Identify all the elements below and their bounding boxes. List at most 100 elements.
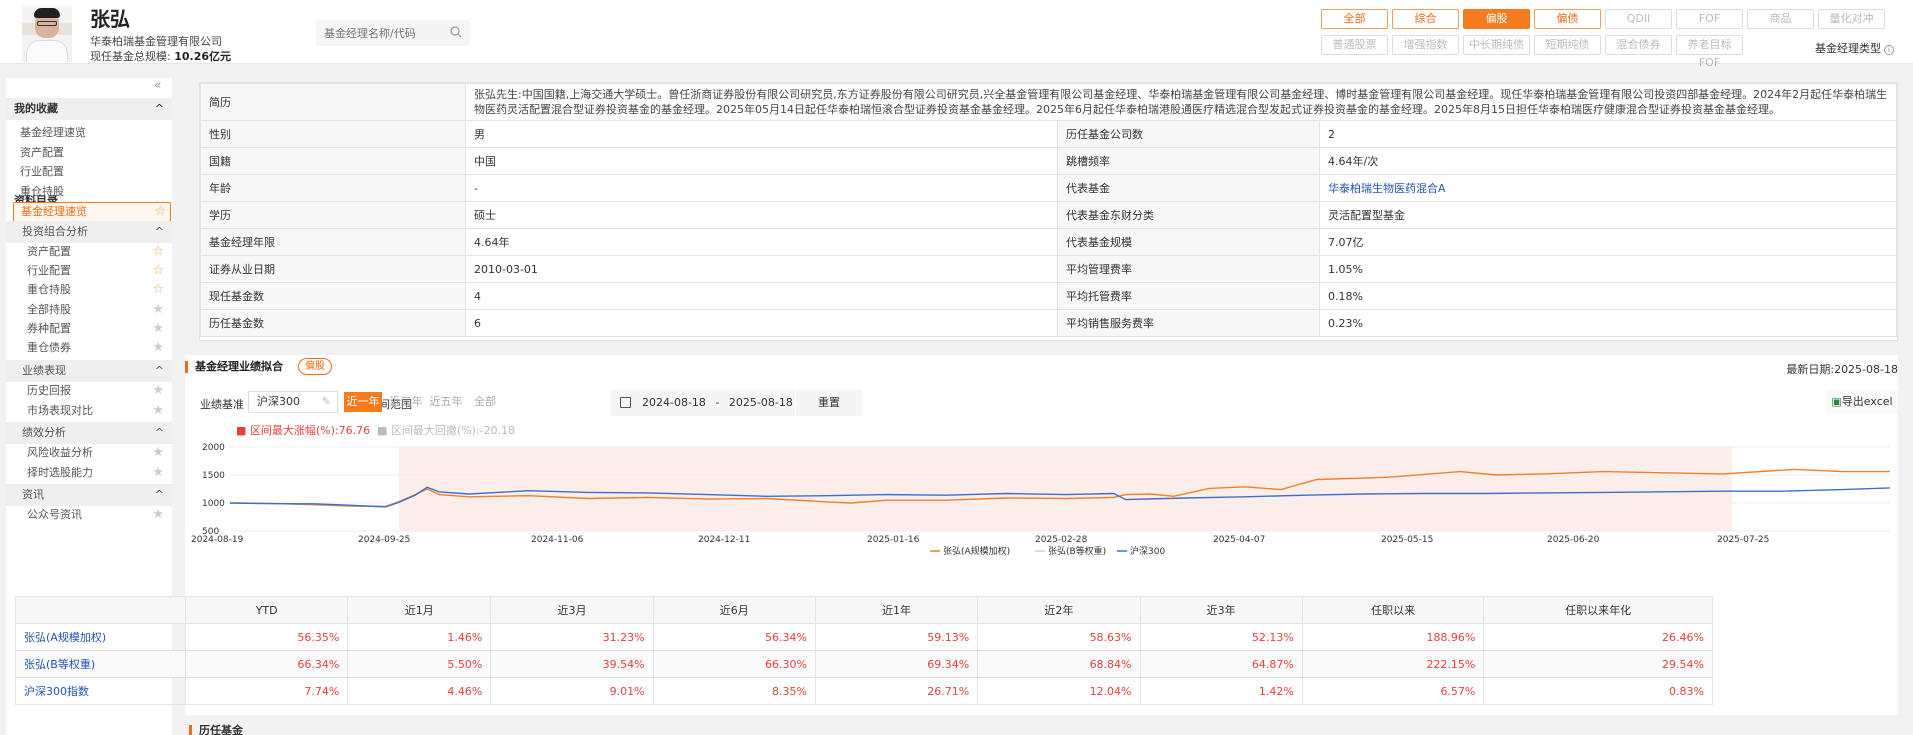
returns-row-name[interactable]: 沪深300指数 [15, 677, 186, 705]
type-button-r1-4[interactable]: QDII [1605, 9, 1672, 29]
sidebar-news-0[interactable]: 公众号资讯 ★ [6, 504, 172, 526]
returns-cell: 68.84% [977, 650, 1141, 678]
profile-cell-v2: 2 [1319, 120, 1897, 148]
type-button-r1-7[interactable]: 量化对冲 [1818, 9, 1885, 29]
sidebar-group-news[interactable]: 资讯 ^ [6, 484, 172, 506]
manager-scale: 现任基金总规模: 10.26亿元 [90, 50, 232, 63]
profile-cell-v1: 中国 [465, 147, 1058, 175]
sidebar-group-portfolio[interactable]: 投资组合分析 ^ [6, 221, 172, 243]
sidebar-attribution-1[interactable]: 择时选股能力 ★ [6, 462, 172, 484]
table-row: 张弘(A规模加权) 56.35% 1.46% 31.23% 56.34% 59.13% 58… [15, 623, 1713, 651]
sidebar-item-overview[interactable]: 基金经理速览 ☆ [13, 202, 171, 222]
x-tick-label: 2025-07-25 [1717, 535, 1769, 545]
returns-cell: 9.01% [490, 677, 654, 705]
profile-cell-v1: 男 [465, 120, 1058, 148]
profile-cell-l1: 基金经理年限 [200, 228, 466, 256]
date-end: 2025-08-18 [728, 396, 793, 409]
star-icon[interactable]: ★ [152, 337, 164, 359]
type-button-r2-4[interactable]: 混合债券 [1605, 35, 1672, 55]
date-range-picker[interactable]: 2024-08-18 - 2025-08-18 [611, 390, 795, 416]
profile-cell-l2: 代表基金东财分类 [1057, 201, 1320, 229]
returns-cell: 66.30% [652, 650, 816, 678]
type-button-r2-3[interactable]: 短期纯债 [1534, 35, 1601, 55]
returns-cell: 222.15% [1301, 650, 1485, 678]
collapse-sidebar-icon[interactable]: « [154, 78, 161, 92]
type-button-r1-5[interactable]: FOF [1676, 9, 1743, 29]
returns-cell: 66.34% [184, 650, 349, 678]
returns-cell: 69.34% [814, 650, 979, 678]
type-button-r2-2[interactable]: 中长期纯债 [1463, 35, 1530, 55]
benchmark-select[interactable]: 沪深300 ✎ [248, 391, 338, 413]
range-button-0[interactable]: 近一年 [344, 392, 382, 412]
profile-cell-v2: 华泰柏瑞生物医药混合A [1319, 174, 1897, 202]
manager-search[interactable] [316, 20, 470, 46]
manager-header: 张弘 华泰柏瑞基金管理有限公司 现任基金总规模: 10.26亿元 全部综合偏股偏… [0, 0, 1913, 69]
returns-cell: 12.04% [977, 677, 1141, 705]
calendar-icon [620, 397, 631, 408]
type-button-r2-0[interactable]: 普通股票 [1321, 35, 1388, 55]
returns-cell: 188.96% [1301, 623, 1485, 651]
profile-cell-l2: 历任基金公司数 [1057, 120, 1320, 148]
profile-cell-l2: 平均托管费率 [1057, 282, 1320, 310]
profile-cell-l1: 历任基金数 [200, 309, 466, 337]
profile-cell-l1: 年龄 [200, 174, 466, 202]
search-input[interactable] [324, 24, 444, 42]
profile-cell-v2: 0.18% [1319, 282, 1897, 310]
returns-cell: 29.54% [1483, 650, 1713, 678]
sidebar-portfolio-5[interactable]: 重仓债券 ★ [6, 337, 172, 359]
search-icon[interactable] [450, 26, 462, 38]
x-tick-label: 2024-12-11 [698, 535, 750, 545]
manager-profile-table: 简历 张弘先生:中国国籍,上海交通大学硕士。曾任浙商证券股份有限公司研究员,东方… [199, 82, 1898, 341]
star-icon[interactable]: ☆ [154, 203, 166, 221]
star-icon[interactable]: ★ [152, 462, 164, 484]
type-button-r2-5[interactable]: 养老目标FOF [1676, 35, 1743, 69]
profile-cell-l1: 现任基金数 [200, 282, 466, 310]
sidebar-group-favorites[interactable]: 我的收藏 ^ [6, 98, 172, 120]
date-separator: - [715, 396, 720, 409]
profile-cell-l2: 跳槽频率 [1057, 147, 1320, 175]
highlight-band [399, 447, 1732, 531]
manager-avatar [22, 6, 72, 62]
range-button-3[interactable]: 全部 [469, 392, 501, 412]
type-button-r1-2[interactable]: 偏股 [1463, 9, 1530, 29]
date-start: 2024-08-18 [642, 396, 706, 409]
profile-cell-v2: 灵活配置型基金 [1319, 201, 1897, 229]
sidebar-performance-1[interactable]: 市场表现对比 ★ [6, 400, 172, 422]
y-tick-label: 1000 [202, 499, 225, 509]
x-tick-label: 2024-11-06 [531, 535, 584, 545]
reset-button[interactable]: 重置 [796, 390, 862, 416]
profile-cell-v2: 1.05% [1319, 255, 1897, 283]
type-button-r1-3[interactable]: 偏债 [1534, 9, 1601, 29]
y-tick-label: 2000 [202, 443, 225, 453]
export-excel-button[interactable]: ▣导出excel [1826, 390, 1898, 414]
legend-label-0: 张弘(A规模加权) [943, 545, 1010, 557]
returns-row-name[interactable]: 张弘(A规模加权) [15, 623, 186, 651]
table-row: 沪深300指数 7.74% 4.46% 9.01% 8.35% 26.71% 12.04% 1… [15, 677, 1713, 705]
sidebar-group-attribution[interactable]: 绩效分析 ^ [6, 422, 172, 444]
profile-row: 年龄 - 代表基金 华泰柏瑞生物医药混合A [200, 174, 1897, 202]
returns-cell: 56.35% [184, 623, 349, 651]
range-button-1[interactable]: 近三年 [388, 392, 424, 412]
info-icon[interactable]: i [1884, 45, 1894, 55]
returns-header-8: 任职以来 [1301, 596, 1485, 624]
type-button-r1-1[interactable]: 综合 [1392, 9, 1459, 29]
star-icon[interactable]: ★ [152, 400, 164, 422]
returns-cell: 58.63% [977, 623, 1141, 651]
type-button-r1-6[interactable]: 商品 [1747, 9, 1814, 29]
representative-fund-link[interactable]: 华泰柏瑞生物医药混合A [1328, 182, 1446, 195]
returns-row-name[interactable]: 张弘(B等权重) [15, 650, 186, 678]
performance-chart[interactable]: 2000150010005002024-08-19 2024-09-25 2024-… [185, 439, 1898, 574]
range-button-2[interactable]: 近五年 [428, 392, 464, 412]
benchmark-label: 业绩基准 [200, 398, 244, 411]
type-button-r1-0[interactable]: 全部 [1321, 9, 1388, 29]
edit-icon[interactable]: ✎ [322, 392, 331, 412]
profile-cell-v1: 硕士 [465, 201, 1058, 229]
profile-cell-v2: 4.64年/次 [1319, 147, 1897, 175]
type-button-r2-1[interactable]: 增强指数 [1392, 35, 1459, 55]
past-funds-title: 历任基金 [189, 725, 243, 735]
x-tick-label: 2025-05-15 [1381, 535, 1433, 545]
sidebar-group-performance[interactable]: 业绩表现 ^ [6, 360, 172, 382]
profile-row: 现任基金数 4 平均托管费率 0.18% [200, 282, 1897, 310]
star-icon[interactable]: ★ [152, 504, 164, 526]
profile-cell-v1: 6 [465, 309, 1058, 337]
